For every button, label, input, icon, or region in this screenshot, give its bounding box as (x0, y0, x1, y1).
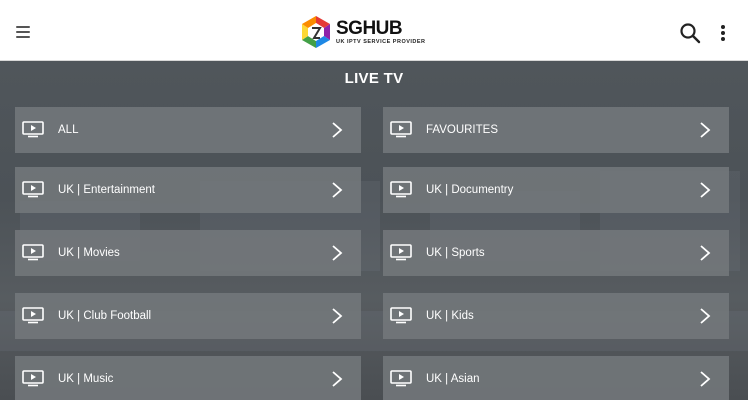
category-tile[interactable]: UK | Movies (15, 230, 361, 276)
category-label: UK | Documentry (426, 184, 514, 196)
category-label: UK | Sports (426, 247, 485, 259)
chevron-right-icon (700, 122, 711, 138)
category-label: UK | Kids (426, 310, 474, 322)
chevron-right-icon (332, 122, 343, 138)
category-tile[interactable]: FAVOURITES (383, 107, 729, 153)
chevron-right-icon (332, 308, 343, 324)
tv-play-icon (22, 181, 44, 198)
category-label: ALL (58, 124, 79, 136)
logo-mark-icon (302, 16, 330, 48)
chevron-right-icon (700, 371, 711, 387)
tv-play-icon (22, 370, 44, 387)
tv-play-icon (390, 244, 412, 261)
category-label: UK | Club Football (58, 310, 152, 322)
hamburger-menu-icon[interactable] (14, 23, 34, 39)
category-label: FAVOURITES (426, 124, 498, 136)
tv-play-icon (390, 370, 412, 387)
category-label: UK | Music (58, 373, 114, 385)
category-tile[interactable]: UK | Sports (383, 230, 729, 276)
category-tile[interactable]: UK | Kids (383, 293, 729, 339)
tv-play-icon (390, 307, 412, 324)
logo-subtitle: UK IPTV SERVICE PROVIDER (336, 39, 426, 45)
category-tile[interactable]: UK | Club Football (15, 293, 361, 339)
chevron-right-icon (700, 245, 711, 261)
category-tile[interactable]: UK | Music (15, 356, 361, 400)
chevron-right-icon (332, 245, 343, 261)
chevron-right-icon (700, 308, 711, 324)
chevron-right-icon (332, 371, 343, 387)
category-label: UK | Entertainment (58, 184, 155, 196)
app-logo: SGHUB UK IPTV SERVICE PROVIDER (298, 14, 438, 50)
chevron-right-icon (700, 182, 711, 198)
category-tile[interactable]: UK | Asian (383, 356, 729, 400)
tv-play-icon (22, 307, 44, 324)
search-icon[interactable] (679, 22, 701, 44)
tv-play-icon (390, 121, 412, 138)
tv-play-icon (390, 181, 412, 198)
category-label: UK | Movies (58, 247, 120, 259)
tv-play-icon (22, 244, 44, 261)
category-tile[interactable]: ALL (15, 107, 361, 153)
top-app-bar: SGHUB UK IPTV SERVICE PROVIDER (0, 0, 748, 61)
category-tile[interactable]: UK | Documentry (383, 167, 729, 213)
category-label: UK | Asian (426, 373, 480, 385)
page-title: LIVE TV (344, 70, 404, 87)
more-vertical-icon[interactable] (716, 22, 730, 44)
logo-text: SGHUB (336, 18, 403, 39)
chevron-right-icon (332, 182, 343, 198)
category-tile[interactable]: UK | Entertainment (15, 167, 361, 213)
tv-play-icon (22, 121, 44, 138)
